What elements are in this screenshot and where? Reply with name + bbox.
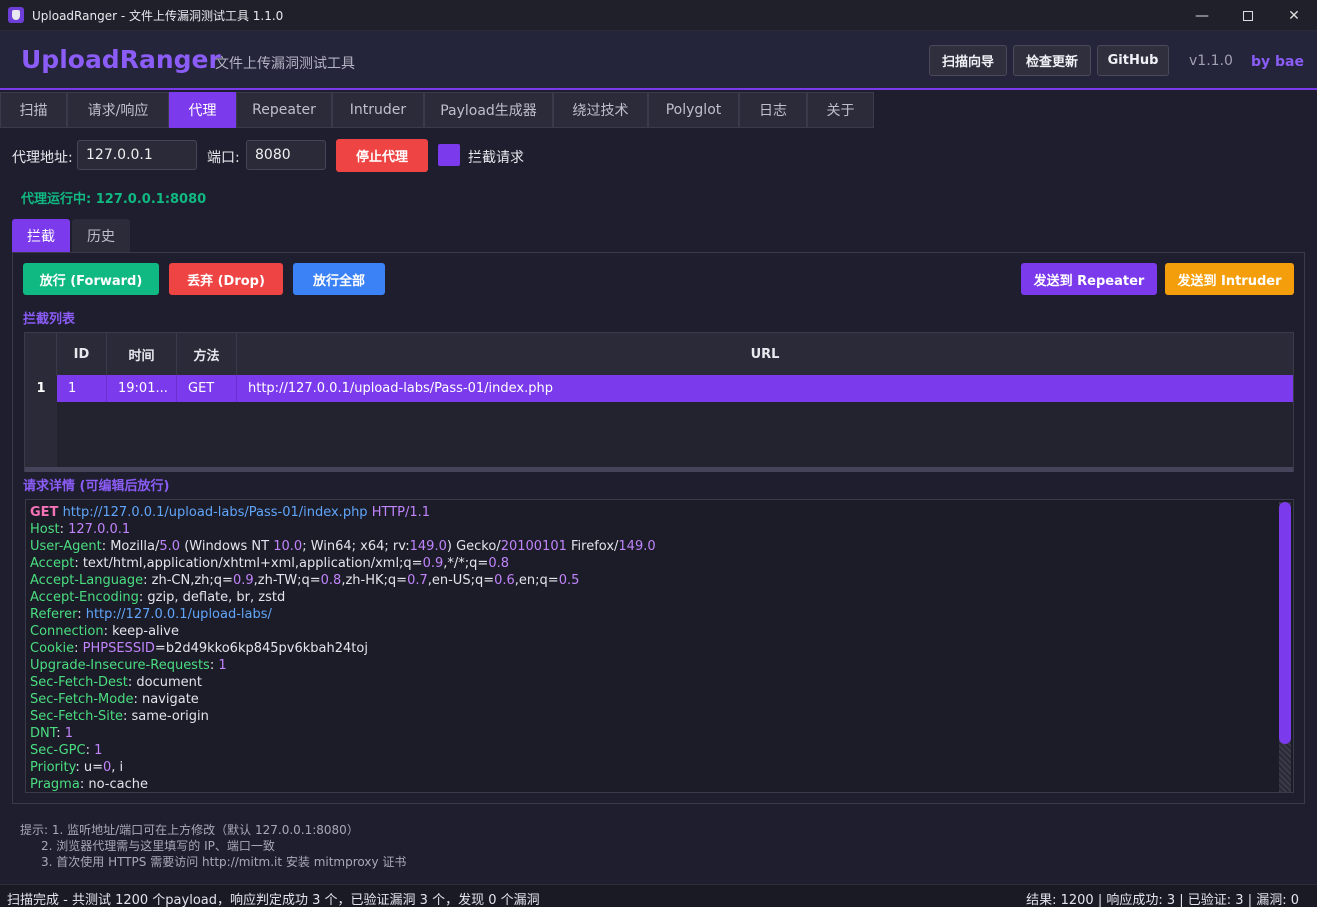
cell-url: http://127.0.0.1/upload-labs/Pass-01/ind…: [248, 381, 553, 396]
request-line-8: Connection: keep-alive: [30, 624, 179, 639]
hint-line-3: 3. 首次使用 HTTPS 需要访问 http://mitm.it 安装 mit…: [41, 855, 407, 869]
tab-intruder[interactable]: Intruder: [332, 92, 424, 128]
close-icon[interactable]: ✕: [1271, 0, 1317, 31]
intercept-list-title: 拦截列表: [23, 312, 76, 327]
intercept-label: 拦截请求: [468, 150, 524, 166]
title-bar: UploadRanger - 文件上传漏洞测试工具 1.1.0 — ✕: [0, 0, 1317, 31]
request-line-3: User-Agent: Mozilla/5.0 (Windows NT 10.0…: [30, 539, 656, 554]
request-line-7: Referer: http://127.0.0.1/upload-labs/: [30, 607, 272, 622]
proxy-status: 代理运行中: 127.0.0.1:8080: [21, 192, 207, 207]
status-bar: 扫描完成 - 共测试 1200 个payload，响应判定成功 3 个，已验证漏…: [0, 884, 1317, 907]
tab-payload-generator[interactable]: Payload生成器: [424, 92, 553, 128]
proxy-address-input[interactable]: [77, 140, 197, 170]
request-line-16: Priority: u=0, i: [30, 760, 124, 775]
forward-all-button[interactable]: 放行全部: [293, 263, 385, 295]
request-text[interactable]: GET http://127.0.0.1/upload-labs/Pass-01…: [30, 504, 656, 792]
proxy-port-input[interactable]: [246, 140, 326, 170]
table-horizontal-scrollbar[interactable]: [25, 467, 1293, 472]
author-label: by bae: [1251, 54, 1304, 70]
row-number[interactable]: 1: [25, 375, 57, 402]
app-shield-icon: [8, 7, 24, 23]
tab-polyglot[interactable]: Polyglot: [648, 92, 739, 128]
drop-button[interactable]: 丢弃 (Drop): [169, 263, 283, 295]
tab-scan[interactable]: 扫描: [0, 92, 67, 128]
tab-bypass-techniques[interactable]: 绕过技术: [553, 92, 648, 128]
request-editor[interactable]: GET http://127.0.0.1/upload-labs/Pass-01…: [25, 499, 1294, 793]
request-detail-title: 请求详情 (可编辑后放行): [23, 479, 170, 494]
main-tab-bar: 扫描 请求/响应 代理 Repeater Intruder Payload生成器…: [0, 91, 1317, 128]
intercept-checkbox[interactable]: [438, 144, 460, 166]
request-line-4: Accept: text/html,application/xhtml+xml,…: [30, 556, 509, 571]
tab-repeater[interactable]: Repeater: [236, 92, 332, 128]
forward-button[interactable]: 放行 (Forward): [23, 263, 159, 295]
request-line-17: Pragma: no-cache: [30, 777, 148, 792]
request-line-12: Sec-Fetch-Mode: navigate: [30, 692, 199, 707]
request-line-13: Sec-Fetch-Site: same-origin: [30, 709, 209, 724]
proxy-port-label: 端口:: [207, 150, 240, 166]
request-line-10: Upgrade-Insecure-Requests: 1: [30, 658, 227, 673]
table-corner: [25, 333, 57, 375]
brand-subtitle: 文件上传漏洞测试工具: [215, 56, 355, 72]
hint-line-2: 2. 浏览器代理需与这里填写的 IP、端口一致: [41, 839, 275, 853]
column-header-method[interactable]: 方法: [177, 333, 237, 375]
stop-proxy-button[interactable]: 停止代理: [336, 139, 428, 172]
minimize-icon[interactable]: —: [1179, 0, 1225, 31]
editor-scrollbar-thumb[interactable]: [1279, 502, 1291, 744]
tab-logs[interactable]: 日志: [739, 92, 807, 128]
version-label: v1.1.0: [1189, 53, 1233, 69]
proxy-address-label: 代理地址:: [12, 150, 73, 166]
request-line-15: Sec-GPC: 1: [30, 743, 103, 758]
request-line-5: Accept-Language: zh-CN,zh;q=0.9,zh-TW;q=…: [30, 573, 580, 588]
cell-id: 1: [57, 375, 107, 402]
github-button[interactable]: GitHub: [1097, 45, 1169, 76]
request-line-11: Sec-Fetch-Dest: document: [30, 675, 203, 690]
column-header-id[interactable]: ID: [57, 333, 107, 375]
request-line-6: Accept-Encoding: gzip, deflate, br, zstd: [30, 590, 286, 605]
maximize-icon[interactable]: [1225, 0, 1271, 31]
request-line-9: Cookie: PHPSESSID=b2d49kko6kp845pv6kbah2…: [30, 641, 368, 656]
tab-request-response[interactable]: 请求/响应: [67, 92, 169, 128]
table-row[interactable]: 1 19:01... GET http://127.0.0.1/upload-l…: [25, 375, 1293, 402]
cell-time: 19:01...: [107, 375, 177, 402]
request-line-14: DNT: 1: [30, 726, 74, 741]
send-to-intruder-button[interactable]: 发送到 Intruder: [1165, 263, 1294, 295]
request-line-1: GET http://127.0.0.1/upload-labs/Pass-01…: [30, 505, 431, 520]
column-header-time[interactable]: 时间: [107, 333, 177, 375]
subtab-history[interactable]: 历史: [72, 219, 130, 253]
hint-line-1: 提示: 1. 监听地址/端口可在上方修改（默认 127.0.0.1:8080）: [20, 823, 359, 837]
subtab-intercept[interactable]: 拦截: [12, 219, 70, 253]
brand-title: UploadRanger: [21, 45, 221, 74]
column-header-url[interactable]: URL: [237, 333, 1293, 375]
status-message: 扫描完成 - 共测试 1200 个payload，响应判定成功 3 个，已验证漏…: [7, 893, 540, 907]
status-summary: 结果: 1200 | 响应成功: 3 | 已验证: 3 | 漏洞: 0: [1026, 893, 1299, 907]
intercept-table: ID 时间 方法 URL 1 1 19:01... GET http://127…: [24, 332, 1294, 472]
scan-wizard-button[interactable]: 扫描向导: [929, 45, 1007, 76]
tab-about[interactable]: 关于: [807, 92, 874, 128]
app-header: UploadRanger 文件上传漏洞测试工具 扫描向导 检查更新 GitHub…: [0, 31, 1317, 90]
request-line-2: Host: 127.0.0.1: [30, 522, 131, 537]
cell-method: GET: [177, 375, 237, 402]
row-header-column: [25, 402, 57, 472]
tab-proxy[interactable]: 代理: [169, 92, 236, 128]
check-update-button[interactable]: 检查更新: [1013, 45, 1091, 76]
send-to-repeater-button[interactable]: 发送到 Repeater: [1021, 263, 1157, 295]
window-title: UploadRanger - 文件上传漏洞测试工具 1.1.0: [32, 8, 284, 23]
